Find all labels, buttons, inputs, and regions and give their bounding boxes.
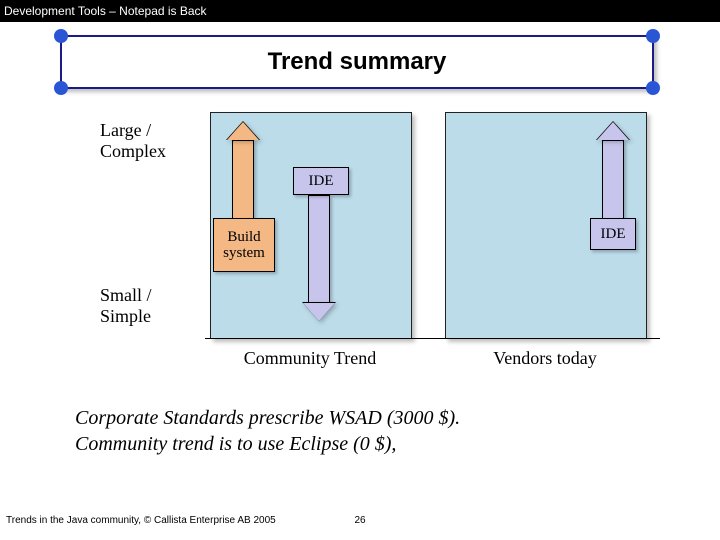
arrow-up-icon <box>232 122 254 220</box>
y-axis-label-bottom: Small / Simple <box>100 285 200 326</box>
body-line-1: Corporate Standards prescribe WSAD (3000… <box>75 405 675 431</box>
corner-dot-icon <box>54 81 68 95</box>
x-axis <box>205 338 660 339</box>
body-text: Corporate Standards prescribe WSAD (3000… <box>75 405 675 457</box>
box-ide-vendors: IDE <box>590 218 636 250</box>
title-box: Trend summary <box>60 35 654 89</box>
box-build-system: Build system <box>213 218 275 272</box>
header-title: Development Tools – Notepad is Back <box>4 4 207 18</box>
body-line-2: Community trend is to use Eclipse (0 $), <box>75 431 675 457</box>
page-number: 26 <box>0 515 720 526</box>
header-bar: Development Tools – Notepad is Back <box>0 0 720 22</box>
slide-title: Trend summary <box>62 37 652 87</box>
y-axis-label-top: Large / Complex <box>100 120 200 161</box>
arrow-up-icon <box>602 122 624 220</box>
box-ide-community: IDE <box>293 167 349 195</box>
corner-dot-icon <box>646 29 660 43</box>
x-axis-label-left: Community Trend <box>210 348 410 369</box>
corner-dot-icon <box>646 81 660 95</box>
arrow-down-icon <box>308 195 330 321</box>
corner-dot-icon <box>54 29 68 43</box>
x-axis-label-right: Vendors today <box>445 348 645 369</box>
trend-chart: Large / Complex Small / Simple Build sys… <box>95 110 655 380</box>
